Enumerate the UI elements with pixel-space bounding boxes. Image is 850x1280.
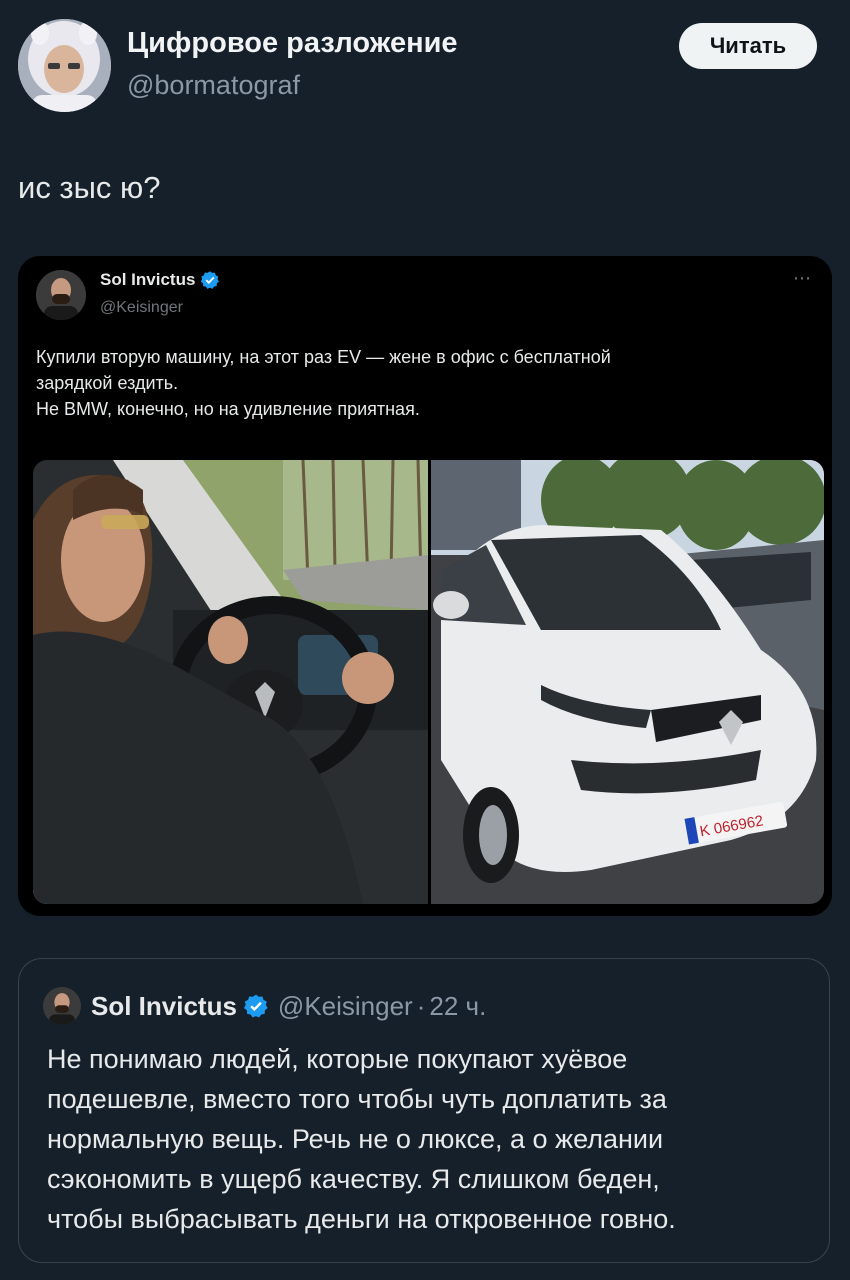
embedded-text-line: Купили вторую машину, на этот раз EV — ж… — [36, 347, 611, 367]
quoted-text-line: Не понимаю людей, которые покупают хуёво… — [47, 1044, 628, 1074]
quoted-avatar[interactable] — [43, 987, 81, 1025]
follow-button[interactable]: Читать — [679, 23, 817, 69]
author-avatar[interactable] — [18, 19, 111, 112]
quoted-text-line: чтобы выбрасывать деньги на откровенное … — [47, 1204, 676, 1234]
quoted-author-handle[interactable]: @Keisinger — [278, 991, 413, 1022]
quoted-text-line: подешевле, вместо того чтобы чуть доплат… — [47, 1084, 667, 1114]
embedded-author: Sol Invictus — [100, 270, 220, 290]
quoted-author-name[interactable]: Sol Invictus — [91, 991, 237, 1022]
quoted-tweet-header: Sol Invictus @Keisinger · 22 ч. — [43, 987, 486, 1025]
quoted-tweet[interactable]: Sol Invictus @Keisinger · 22 ч. Не поним… — [18, 958, 830, 1263]
quoted-timestamp[interactable]: 22 ч. — [429, 991, 486, 1022]
embedded-text: Купили вторую машину, на этот раз EV — ж… — [36, 344, 816, 422]
embedded-handle: @Keisinger — [100, 299, 183, 316]
author-name[interactable]: Цифровое разложение — [127, 27, 458, 60]
photo-car: K 066962 — [431, 460, 824, 904]
embedded-text-line: Не BMW, конечно, но на удивление приятна… — [36, 399, 420, 419]
embedded-author-name: Sol Invictus — [100, 270, 196, 289]
quoted-text-line: нормальную вещь. Речь не о люксе, а о же… — [47, 1124, 664, 1154]
photo-driver — [33, 460, 428, 904]
quoted-text-line: сэкономить в ущерб качеству. Я слишком б… — [47, 1164, 660, 1194]
post-text: ис зыс ю? — [18, 170, 161, 205]
quoted-text: Не понимаю людей, которые покупают хуёво… — [47, 1039, 817, 1239]
separator-dot: · — [416, 990, 426, 1021]
verified-icon — [243, 993, 269, 1019]
verified-icon — [201, 271, 220, 289]
author-handle[interactable]: @bormatograf — [127, 70, 300, 101]
embedded-tweet-screenshot[interactable]: Sol Invictus @Keisinger ⋯ Купили вторую … — [18, 256, 832, 916]
more-icon: ⋯ — [793, 268, 812, 288]
embedded-text-line: зарядкой ездить. — [36, 373, 179, 393]
embedded-avatar — [36, 270, 86, 320]
tweet-page: Цифровое разложение @bormatograf Читать … — [0, 0, 850, 1280]
